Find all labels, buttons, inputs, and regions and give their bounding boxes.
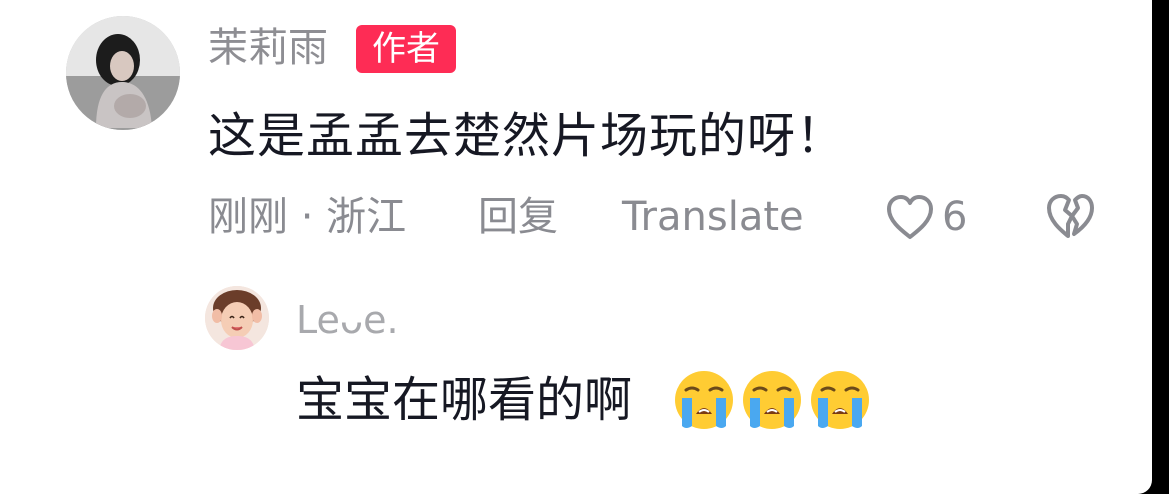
broken-heart-icon <box>1047 194 1094 238</box>
reply-emoji-row <box>672 368 872 432</box>
reply-button[interactable]: 回复 <box>478 190 558 244</box>
screen-edge <box>1152 0 1169 494</box>
comment-author-avatar[interactable] <box>66 16 180 130</box>
loudly-crying-face-emoji <box>675 371 733 429</box>
dislike-button[interactable] <box>1044 190 1096 242</box>
author-badge: 作者 <box>356 25 456 73</box>
reply-author-name[interactable]: Leᴗe. <box>296 296 399 344</box>
like-count: 6 <box>942 194 968 240</box>
like-button[interactable]: 6 <box>884 188 967 246</box>
comment-author-name[interactable]: 茉莉雨 <box>208 22 328 74</box>
comment-text: 这是孟孟去楚然片场玩的呀！ <box>208 108 846 164</box>
reply-author-avatar[interactable] <box>205 286 269 350</box>
reply-text: 宝宝在哪看的啊 <box>296 372 633 428</box>
heart-outline-icon <box>887 195 933 239</box>
loudly-crying-face-emoji <box>743 371 801 429</box>
translate-button[interactable]: Translate <box>622 190 804 244</box>
loudly-crying-face-emoji <box>811 371 869 429</box>
comment-time-location: 刚刚 · 浙江 <box>208 194 407 240</box>
comment-thread: 茉莉雨 作者 这是孟孟去楚然片场玩的呀！ 刚刚 · 浙江 回复 Translat… <box>0 0 1152 494</box>
